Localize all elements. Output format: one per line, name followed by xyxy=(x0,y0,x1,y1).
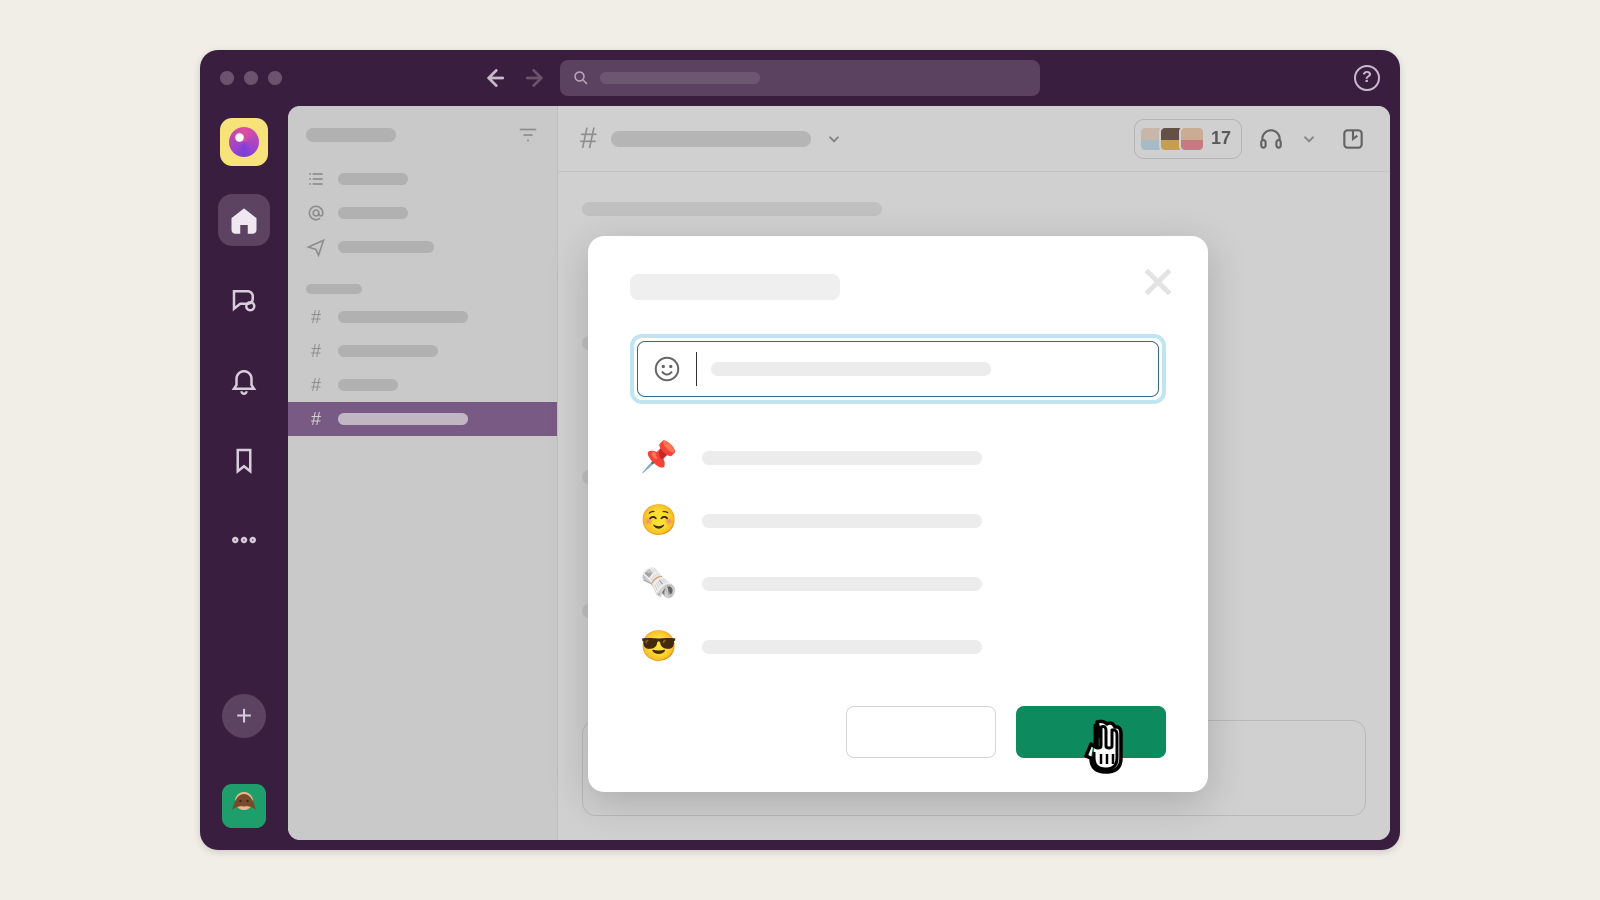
rail-activity-button[interactable] xyxy=(218,354,270,406)
plus-icon: + xyxy=(236,700,252,732)
ellipsis-icon xyxy=(229,525,259,555)
bookmark-icon xyxy=(229,445,259,475)
global-search-input[interactable] xyxy=(560,60,1040,96)
dialog-save-button[interactable] xyxy=(1016,706,1166,758)
smile-icon xyxy=(652,354,682,384)
dialog-title xyxy=(630,274,840,300)
window-zoom-dot[interactable] xyxy=(268,71,282,85)
dialog-cancel-button[interactable] xyxy=(846,706,996,758)
content-area: # # # # # xyxy=(288,106,1390,840)
sunglasses-emoji-icon: 😎 xyxy=(640,629,676,664)
status-preset-item[interactable]: 📌 xyxy=(630,426,1166,489)
rail-more-button[interactable] xyxy=(218,514,270,566)
titlebar: ? xyxy=(200,50,1400,106)
chat-icon xyxy=(229,285,259,315)
status-input[interactable] xyxy=(637,341,1159,397)
rail-create-button[interactable]: + xyxy=(222,694,266,738)
status-input-placeholder xyxy=(711,362,991,376)
status-presets: 📌 ☺️ 🗞️ 😎 xyxy=(630,426,1166,678)
bell-icon xyxy=(229,365,259,395)
pushpin-emoji-icon: 📌 xyxy=(640,440,676,475)
search-icon xyxy=(572,69,590,87)
newspaper-emoji-icon: 🗞️ xyxy=(640,566,676,601)
window-controls xyxy=(220,71,282,85)
close-icon xyxy=(1138,262,1178,302)
status-preset-item[interactable]: ☺️ xyxy=(630,489,1166,552)
dialog-close-button[interactable] xyxy=(1138,262,1178,302)
status-preset-item[interactable]: 😎 xyxy=(630,615,1166,678)
workspace-icon xyxy=(229,127,259,157)
window-minimize-dot[interactable] xyxy=(244,71,258,85)
avatar-icon xyxy=(222,784,266,828)
smile-emoji-icon: ☺️ xyxy=(640,503,676,538)
workspace-rail: + xyxy=(200,106,288,850)
history-forward-button[interactable] xyxy=(524,65,550,91)
window-close-dot[interactable] xyxy=(220,71,234,85)
status-preset-item[interactable]: 🗞️ xyxy=(630,552,1166,615)
workspace-switcher[interactable] xyxy=(220,118,268,166)
rail-home-button[interactable] xyxy=(218,194,270,246)
set-status-dialog: 📌 ☺️ 🗞️ 😎 xyxy=(588,236,1208,792)
preset-label xyxy=(702,577,982,591)
history-back-button[interactable] xyxy=(480,65,506,91)
search-placeholder xyxy=(600,72,760,84)
rail-later-button[interactable] xyxy=(218,434,270,486)
status-input-focus-ring xyxy=(630,334,1166,404)
help-button[interactable]: ? xyxy=(1354,65,1380,91)
preset-label xyxy=(702,514,982,528)
rail-dms-button[interactable] xyxy=(218,274,270,326)
user-avatar[interactable] xyxy=(222,784,266,828)
status-emoji-picker-button[interactable] xyxy=(652,354,682,384)
text-cursor xyxy=(696,352,697,386)
preset-label xyxy=(702,640,982,654)
preset-label xyxy=(702,451,982,465)
home-icon xyxy=(229,205,259,235)
app-window: ? + xyxy=(200,50,1400,850)
